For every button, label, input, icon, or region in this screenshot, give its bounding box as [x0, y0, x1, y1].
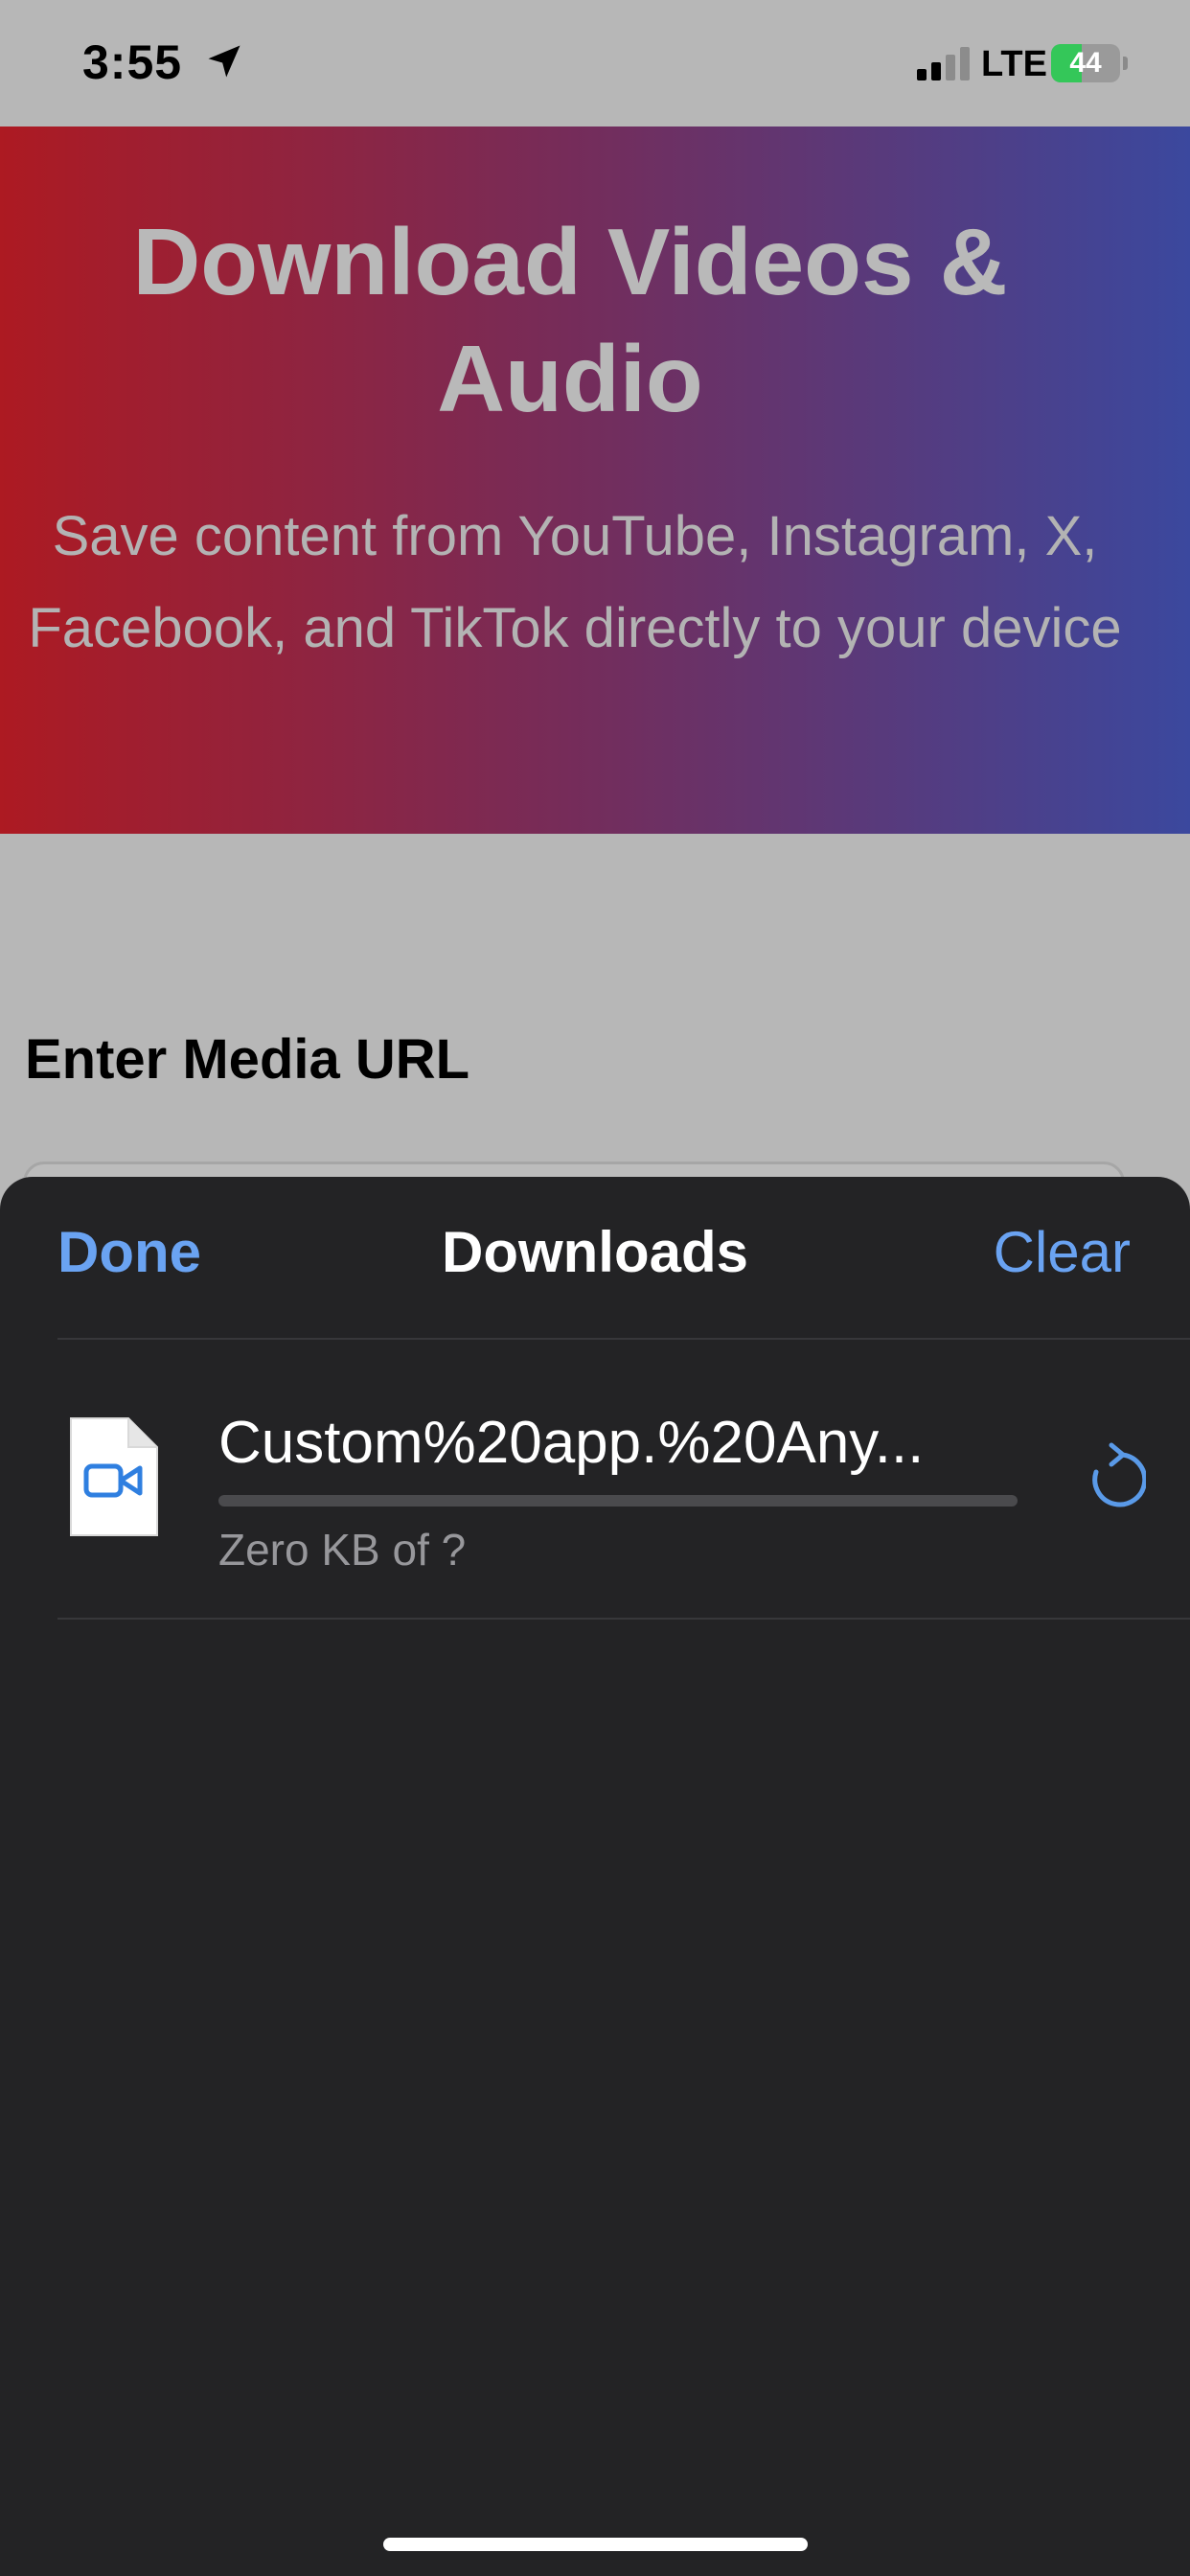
signal-bars-icon: [917, 47, 970, 80]
url-heading: Enter Media URL: [25, 1028, 470, 1091]
download-size-text: Zero KB of ?: [218, 1525, 467, 1575]
location-arrow-icon: [208, 45, 240, 78]
home-indicator[interactable]: [383, 2538, 808, 2551]
done-button[interactable]: Done: [57, 1219, 201, 1285]
battery-cap: [1123, 57, 1128, 70]
battery-level: 44: [1069, 47, 1102, 79]
battery-body: 44: [1051, 44, 1120, 82]
retry-icon[interactable]: [1083, 1441, 1146, 1510]
status-time: 3:55: [82, 35, 183, 89]
app-screen: 3:55 LTE 44 Download Videos & Audio Save…: [0, 0, 1190, 2576]
hero-title: Download Videos & Audio: [132, 209, 1008, 431]
divider: [57, 1618, 1190, 1620]
battery-charging-icon: 44: [1051, 44, 1128, 82]
download-list-item[interactable]: Custom%20app.%20Any... Zero KB of ?: [0, 1340, 1190, 1618]
status-bar: 3:55 LTE 44: [0, 0, 1190, 126]
downloads-sheet: Downloads Done Clear Custom%20app.%20Any…: [0, 1177, 1190, 2576]
download-file-name: Custom%20app.%20Any...: [218, 1410, 925, 1476]
network-type: LTE: [981, 44, 1047, 84]
hero-subtitle: Save content from YouTube, Instagram, X,…: [28, 505, 1122, 659]
clear-button[interactable]: Clear: [994, 1219, 1131, 1285]
download-progress-bar: [218, 1495, 1018, 1506]
video-file-icon: [70, 1417, 158, 1536]
hero-banner: Download Videos & Audio Save content fro…: [0, 126, 1190, 834]
